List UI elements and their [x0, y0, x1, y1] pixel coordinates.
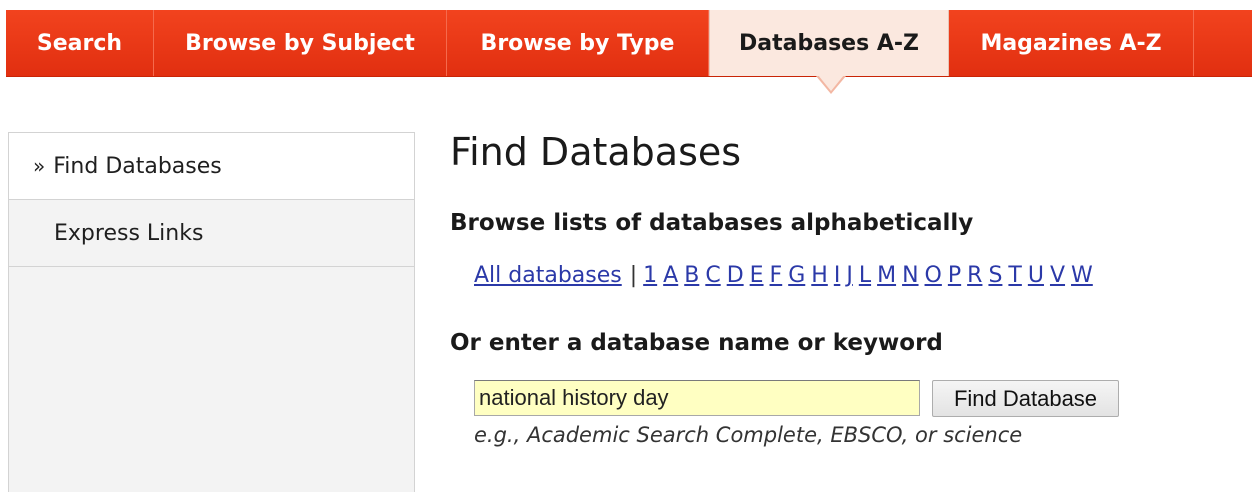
letter-link-j[interactable]: J [846, 263, 853, 288]
letter-link-o[interactable]: O [925, 263, 942, 288]
sidebar-item-find-databases[interactable]: » Find Databases [9, 133, 414, 200]
letter-link-u[interactable]: U [1028, 263, 1044, 288]
letter-link-s[interactable]: S [988, 263, 1002, 288]
sidebar-item-label: Find Databases [53, 153, 222, 179]
tab-browse-by-subject[interactable]: Browse by Subject [154, 10, 447, 76]
letter-link-p[interactable]: P [948, 263, 961, 288]
letter-link-e[interactable]: E [750, 263, 764, 288]
tab-search[interactable]: Search [6, 10, 154, 76]
letter-link-f[interactable]: F [770, 263, 783, 288]
tab-databases-a-z[interactable]: Databases A-Z [709, 10, 949, 76]
active-tab-pointer [816, 75, 846, 94]
letter-link-v[interactable]: V [1050, 263, 1065, 288]
find-database-button[interactable]: Find Database [932, 380, 1119, 417]
letter-link-m[interactable]: M [877, 263, 896, 288]
letter-link-g[interactable]: G [788, 263, 805, 288]
search-hint: e.g., Academic Search Complete, EBSCO, o… [474, 423, 1023, 447]
sidebar: » Find Databases Express Links [8, 132, 415, 492]
current-marker-icon: » [33, 154, 46, 178]
separator: | [629, 263, 638, 288]
letter-link-t[interactable]: T [1008, 263, 1021, 288]
sidebar-item-express-links[interactable]: Express Links [9, 200, 414, 267]
keyword-heading: Or enter a database name or keyword [450, 330, 943, 356]
letter-link-h[interactable]: H [811, 263, 828, 288]
tab-magazines-a-z[interactable]: Magazines A-Z [949, 10, 1194, 76]
letter-link-b[interactable]: B [684, 263, 699, 288]
all-databases-link[interactable]: All databases [474, 263, 622, 288]
letter-link-i[interactable]: I [834, 263, 841, 288]
letter-link-w[interactable]: W [1071, 263, 1093, 288]
letter-link-n[interactable]: N [902, 263, 918, 288]
letter-link-1[interactable]: 1 [643, 263, 657, 288]
alphabet-links: All databases | 1 A B C D E F G H I J L M N O P R S T U V W [474, 263, 1099, 288]
letter-link-l[interactable]: L [859, 263, 871, 288]
letter-link-c[interactable]: C [705, 263, 720, 288]
tab-overflow[interactable] [1194, 10, 1252, 76]
sidebar-item-label: Express Links [54, 220, 204, 246]
page-title: Find Databases [450, 130, 742, 174]
database-search-input[interactable] [474, 380, 920, 416]
top-navigation: Search Browse by Subject Browse by Type … [6, 10, 1252, 76]
letter-link-a[interactable]: A [663, 263, 678, 288]
letter-link-r[interactable]: R [967, 263, 982, 288]
browse-heading: Browse lists of databases alphabetically [450, 210, 974, 236]
letter-link-d[interactable]: D [727, 263, 744, 288]
letter-links: 1ABCDEFGHIJLMNOPRSTUVW [643, 263, 1099, 288]
tab-browse-by-type[interactable]: Browse by Type [447, 10, 709, 76]
